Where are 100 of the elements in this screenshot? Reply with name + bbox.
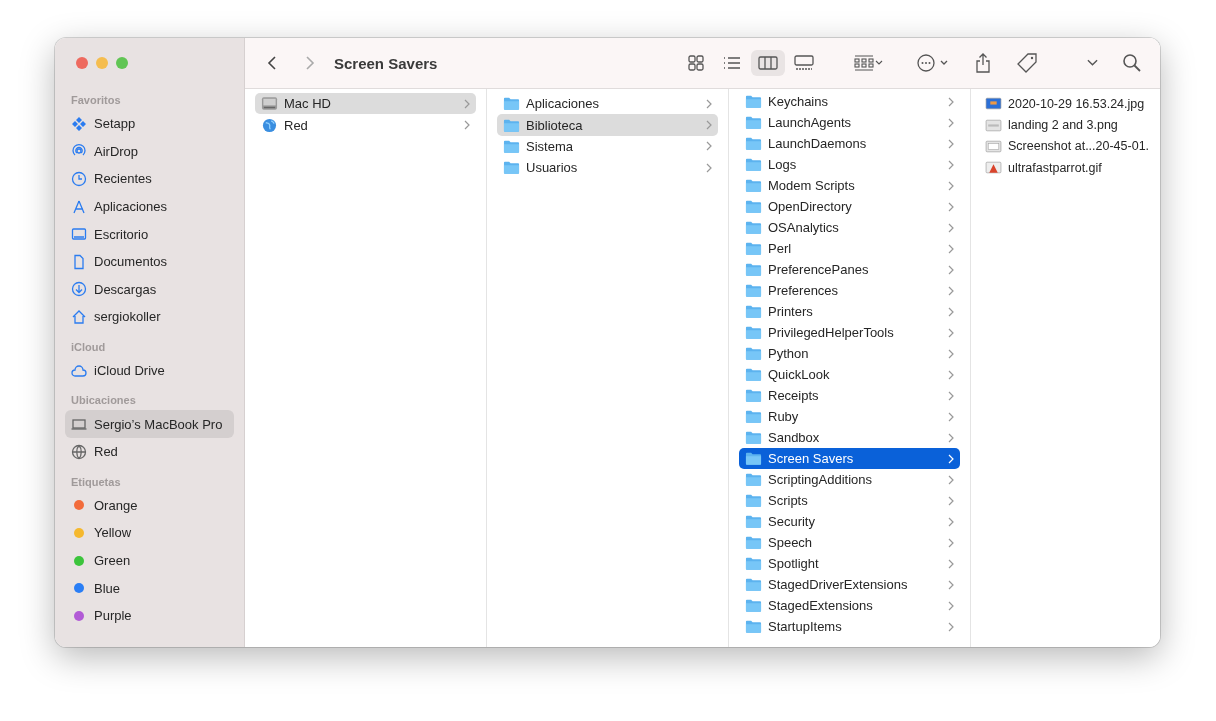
folder-icon bbox=[745, 304, 762, 319]
chevron-right-icon bbox=[948, 243, 954, 254]
sidebar-item[interactable]: iCloud Drive bbox=[65, 356, 234, 385]
file-row[interactable]: Screen Savers bbox=[739, 448, 960, 469]
sidebar-item[interactable]: Sergio’s MacBook Pro bbox=[65, 410, 234, 438]
close-button[interactable] bbox=[76, 57, 88, 69]
file-row[interactable]: StartupItems bbox=[739, 616, 960, 637]
sidebar-item[interactable]: Aplicaciones bbox=[65, 192, 234, 221]
file-row[interactable]: Security bbox=[739, 511, 960, 532]
file-row[interactable]: Preferences bbox=[739, 280, 960, 301]
chevron-right-icon bbox=[948, 516, 954, 527]
chevron-down-icon[interactable] bbox=[1087, 59, 1098, 67]
tag-item[interactable]: Blue bbox=[65, 574, 234, 602]
file-row[interactable]: Speech bbox=[739, 532, 960, 553]
file-row[interactable]: Sandbox bbox=[739, 427, 960, 448]
gallery-icon bbox=[794, 55, 814, 71]
file-row[interactable]: Spotlight bbox=[739, 553, 960, 574]
folder-icon bbox=[745, 94, 762, 109]
folder-icon bbox=[745, 115, 762, 130]
sidebar-item[interactable]: sergiokoller bbox=[65, 303, 234, 331]
chevron-right-icon bbox=[948, 138, 954, 149]
chevron-right-icon bbox=[706, 162, 712, 173]
file-row[interactable]: Perl bbox=[739, 238, 960, 259]
more-actions-button[interactable] bbox=[915, 54, 949, 72]
file-row[interactable]: LaunchAgents bbox=[739, 112, 960, 133]
sidebar-item[interactable]: AirDrop bbox=[65, 137, 234, 166]
grid-icon bbox=[686, 55, 706, 71]
file-row[interactable]: Printers bbox=[739, 301, 960, 322]
chevron-right-icon bbox=[948, 306, 954, 317]
file-row[interactable]: Logs bbox=[739, 154, 960, 175]
tag-item[interactable]: Green bbox=[65, 546, 234, 575]
file-row[interactable]: Scripts bbox=[739, 490, 960, 511]
share-button[interactable] bbox=[973, 53, 993, 73]
chevron-right-icon bbox=[948, 579, 954, 590]
file-row[interactable]: PrivilegedHelperTools bbox=[739, 322, 960, 343]
folder-icon bbox=[745, 367, 762, 382]
file-row[interactable]: Ruby bbox=[739, 406, 960, 427]
file-row[interactable]: Red bbox=[255, 114, 476, 136]
file-row[interactable]: Aplicaciones bbox=[497, 93, 718, 115]
file-row[interactable]: landing 2 and 3.png bbox=[979, 114, 1158, 136]
chevron-right-icon bbox=[948, 117, 954, 128]
file-row[interactable]: ultrafastparrot.gif bbox=[979, 157, 1158, 179]
file-row[interactable]: Biblioteca bbox=[497, 114, 718, 136]
sidebar-item[interactable]: Setapp bbox=[65, 110, 234, 138]
file-row[interactable]: ScriptingAdditions bbox=[739, 469, 960, 490]
file-row[interactable]: Keychains bbox=[739, 91, 960, 112]
folder-icon bbox=[745, 556, 762, 571]
tag-item[interactable]: Orange bbox=[65, 491, 234, 520]
tag-item[interactable]: Yellow bbox=[65, 519, 234, 547]
chevron-right-icon bbox=[948, 222, 954, 233]
globe-icon bbox=[71, 443, 87, 460]
chevron-right-icon bbox=[948, 159, 954, 170]
file-row[interactable]: StagedExtensions bbox=[739, 595, 960, 616]
file-row[interactable]: QuickLook bbox=[739, 364, 960, 385]
sidebar-item[interactable]: Documentos bbox=[65, 247, 234, 276]
folder-icon bbox=[503, 96, 520, 112]
file-row[interactable]: Usuarios bbox=[497, 157, 718, 179]
file-row[interactable]: Receipts bbox=[739, 385, 960, 406]
list-icon bbox=[722, 55, 742, 71]
tag-button[interactable] bbox=[1017, 53, 1037, 73]
chevron-right-icon bbox=[948, 558, 954, 569]
column-view-button[interactable] bbox=[751, 50, 785, 76]
chevron-right-icon bbox=[464, 98, 470, 109]
folder-icon bbox=[503, 117, 520, 133]
file-row[interactable]: LaunchDaemons bbox=[739, 133, 960, 154]
file-row[interactable]: PreferencePanes bbox=[739, 259, 960, 280]
file-row[interactable]: 2020-10-29 16.53.24.jpg bbox=[979, 93, 1158, 115]
tag-item[interactable]: Purple bbox=[65, 601, 234, 630]
sidebar-item[interactable]: Escritorio bbox=[65, 220, 234, 248]
chevron-right-icon bbox=[948, 285, 954, 296]
sidebar-item[interactable]: Red bbox=[65, 437, 234, 466]
file-row[interactable]: Screenshot at...20-45-01. bbox=[979, 135, 1158, 158]
cloud-icon bbox=[71, 362, 87, 379]
file-row[interactable]: Mac HD bbox=[255, 93, 476, 115]
sidebar-item[interactable]: Descargas bbox=[65, 275, 234, 304]
folder-icon bbox=[745, 157, 762, 172]
chevron-right-icon bbox=[948, 474, 954, 485]
file-row[interactable]: OpenDirectory bbox=[739, 196, 960, 217]
search-button[interactable] bbox=[1122, 53, 1142, 73]
sidebar-item[interactable]: Recientes bbox=[65, 165, 234, 193]
document-icon bbox=[71, 253, 87, 270]
laptop-icon bbox=[71, 416, 87, 433]
clock-icon bbox=[71, 171, 87, 187]
file-row[interactable]: Sistema bbox=[497, 135, 718, 158]
folder-icon bbox=[745, 493, 762, 508]
window-title: Screen Savers bbox=[334, 54, 438, 72]
file-row[interactable]: Modem Scripts bbox=[739, 175, 960, 196]
file-row[interactable]: OSAnalytics bbox=[739, 217, 960, 238]
screenshot-file-icon bbox=[985, 138, 1002, 154]
folder-icon bbox=[745, 388, 762, 403]
chevron-right-icon bbox=[948, 327, 954, 338]
folder-icon bbox=[745, 451, 762, 466]
chevron-right-icon bbox=[948, 495, 954, 506]
image-file-icon bbox=[985, 96, 1002, 112]
folder-icon bbox=[745, 178, 762, 193]
file-row[interactable]: StagedDriverExtensions bbox=[739, 574, 960, 595]
file-row[interactable]: Python bbox=[739, 343, 960, 364]
desktop-icon bbox=[71, 226, 87, 243]
folder-icon bbox=[745, 136, 762, 151]
globe-icon bbox=[261, 117, 278, 133]
